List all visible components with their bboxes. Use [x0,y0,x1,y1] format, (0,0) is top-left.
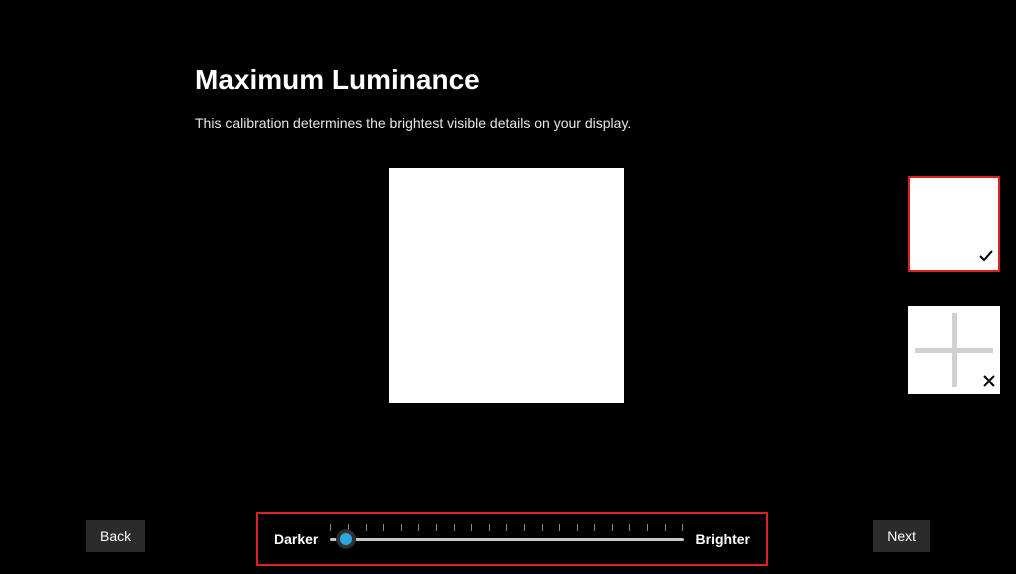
slider-thumb[interactable] [337,530,355,548]
slider-label-darker: Darker [274,531,318,547]
next-button[interactable]: Next [873,520,930,552]
thumbnail-list [908,176,1000,428]
slider-ticks [330,524,683,534]
back-button[interactable]: Back [86,520,145,552]
thumbnail-grid[interactable] [908,306,1000,394]
luminance-slider[interactable] [330,524,683,554]
page-title: Maximum Luminance [195,64,480,96]
page-subtitle: This calibration determines the brightes… [195,115,631,131]
luminance-preview [389,168,624,403]
luminance-slider-container: Darker Brighter [256,512,768,566]
slider-label-brighter: Brighter [696,531,750,547]
thumbnail-solid[interactable] [908,176,1000,272]
check-icon [978,248,994,268]
slider-track [330,538,683,541]
cross-icon [982,374,996,392]
